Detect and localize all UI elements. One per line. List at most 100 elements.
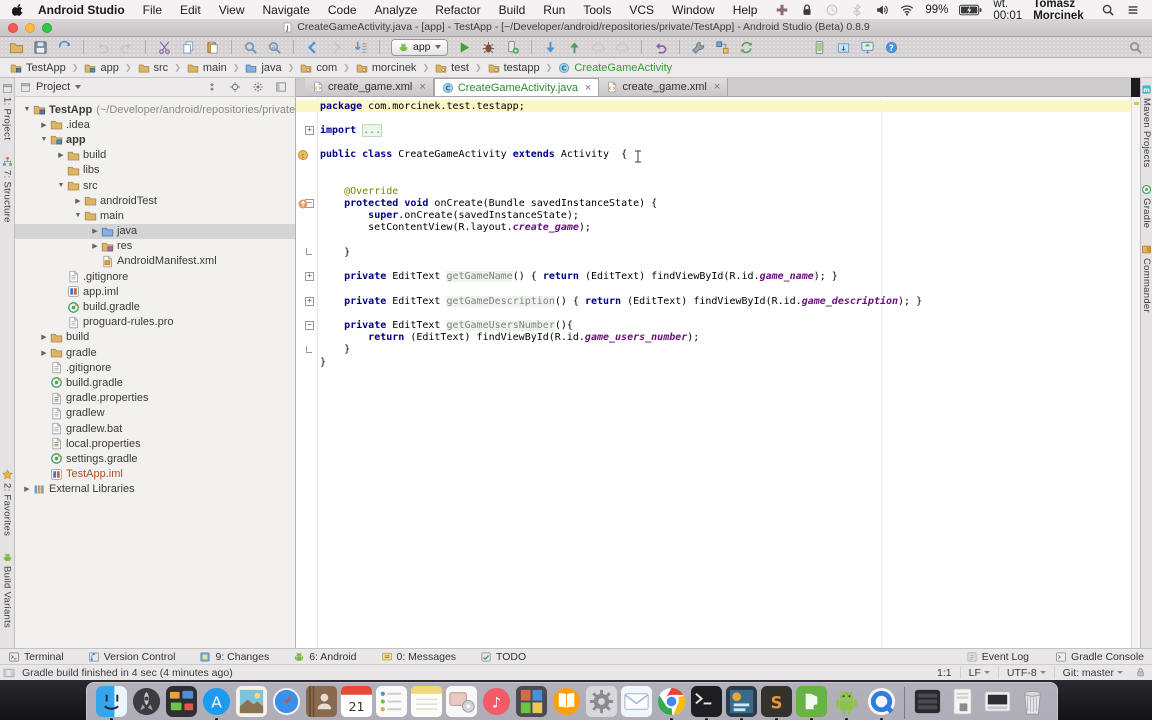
menu-app-name[interactable]: Android Studio — [38, 3, 125, 17]
save-button[interactable] — [33, 40, 48, 55]
tree-item-build[interactable]: ▶build — [15, 148, 295, 163]
menu-list-icon[interactable] — [1126, 3, 1140, 17]
breadcrumb-item-testapp[interactable]: TestApp — [8, 62, 68, 74]
menu-item-build[interactable]: Build — [499, 3, 526, 17]
gradle-sync-button[interactable] — [739, 40, 754, 55]
gear-icon[interactable] — [252, 81, 264, 93]
run-button[interactable] — [457, 40, 472, 55]
dock-item-itunes[interactable]: ♪ — [481, 686, 512, 717]
lock-icon[interactable] — [1135, 667, 1146, 678]
tree-item-gradle[interactable]: ▶gradle — [15, 345, 295, 360]
tool-button-build-variants[interactable]: Build Variants — [2, 552, 13, 628]
tree-expanded-arrow[interactable]: ▼ — [39, 136, 49, 143]
menu-wifi-icon[interactable] — [900, 3, 914, 17]
tool-button-maven-projects[interactable]: mMaven Projects — [1141, 84, 1152, 168]
paste-button[interactable] — [205, 40, 220, 55]
redo-button[interactable] — [119, 40, 134, 55]
cut-button[interactable] — [157, 40, 172, 55]
menu-item-code[interactable]: Code — [328, 3, 357, 17]
dock-item-notes[interactable] — [411, 686, 442, 717]
apple-icon[interactable] — [12, 3, 24, 17]
dock-item-system-preferences[interactable] — [586, 686, 617, 717]
tree-collapsed-arrow[interactable]: ▶ — [39, 333, 49, 341]
caret-position[interactable]: 1:1 — [929, 667, 960, 679]
tool-window-button-gradle-console[interactable]: Gradle Console — [1055, 651, 1144, 663]
copy-button[interactable] — [181, 40, 196, 55]
dock-item-safari[interactable] — [271, 686, 302, 717]
breadcrumb-item-morcinek[interactable]: morcinek — [354, 62, 419, 74]
back-button[interactable] — [305, 40, 320, 55]
tree-expanded-arrow[interactable]: ▼ — [73, 212, 83, 219]
tool-button-gradle[interactable]: Gradle — [1141, 184, 1152, 228]
breadcrumb-item-creategameactivity[interactable]: CCreateGameActivity — [556, 62, 674, 74]
dock-item-ibooks[interactable] — [551, 686, 582, 717]
tree-expanded-arrow[interactable]: ▼ — [56, 182, 66, 189]
menu-item-analyze[interactable]: Analyze — [375, 3, 418, 17]
locate-icon[interactable] — [229, 81, 241, 93]
tree-item-build-gradle[interactable]: build.gradle — [15, 299, 295, 314]
dock-item-calendar[interactable]: 21 — [341, 686, 372, 717]
rollback-button[interactable] — [653, 40, 668, 55]
run-configuration-selector[interactable]: app — [391, 39, 448, 56]
menu-search-icon[interactable] — [1101, 3, 1115, 17]
tree-item-gradlew-bat[interactable]: gradlew.bat — [15, 421, 295, 436]
tree-item-local-properties[interactable]: local.properties — [15, 436, 295, 451]
menu-item-tools[interactable]: Tools — [583, 3, 611, 17]
dock-item-photo-booth[interactable] — [516, 686, 547, 717]
dock-item-app-store[interactable]: A — [201, 686, 232, 717]
dock-item-documents-stack[interactable] — [947, 686, 978, 717]
toggle-tool-buttons-icon[interactable] — [3, 667, 15, 679]
vcs-branch-widget[interactable]: Git: master — [1054, 667, 1131, 679]
tree-collapsed-arrow[interactable]: ▶ — [73, 197, 83, 205]
tree-item-build[interactable]: ▶build — [15, 330, 295, 345]
help-button[interactable]: ? — [884, 40, 899, 55]
menu-item-refactor[interactable]: Refactor — [435, 3, 480, 17]
menu-lock-icon[interactable] — [800, 3, 814, 17]
tree-item-main[interactable]: ▼main — [15, 208, 295, 223]
sync-button[interactable] — [57, 40, 72, 55]
tree-item-gradle-properties[interactable]: gradle.properties — [15, 391, 295, 406]
wrench-button[interactable] — [691, 40, 706, 55]
tree-item-settings-gradle[interactable]: settings.gradle — [15, 451, 295, 466]
hide-icon[interactable] — [275, 81, 287, 93]
fold-expand-icon[interactable]: + — [305, 126, 314, 135]
open-folder-button[interactable] — [9, 40, 24, 55]
replace-button[interactable]: a — [267, 40, 282, 55]
sdk-button[interactable] — [836, 40, 851, 55]
tree-item--gitignore[interactable]: .gitignore — [15, 269, 295, 284]
override-method-icon[interactable] — [298, 199, 308, 209]
tree-item--idea[interactable]: ▶.idea — [15, 117, 295, 132]
find-button[interactable] — [243, 40, 258, 55]
menu-item-file[interactable]: File — [143, 3, 162, 17]
dock-item-downloads-stack[interactable] — [982, 686, 1013, 717]
tool-window-button-6-android[interactable]: 6: Android — [293, 651, 356, 663]
menu-plus-icon[interactable] — [775, 3, 789, 17]
close-tab-icon[interactable]: × — [714, 81, 720, 93]
encoding-selector[interactable]: UTF-8 — [998, 667, 1054, 679]
tree-item-libs[interactable]: libs — [15, 163, 295, 178]
tree-collapsed-arrow[interactable]: ▶ — [56, 151, 66, 159]
editor-tab-creategameactivity-java[interactable]: CCreateGameActivity.java× — [434, 78, 600, 96]
cloud2-button[interactable] — [615, 40, 630, 55]
breadcrumb-item-app[interactable]: app — [82, 62, 120, 74]
tool-window-button-todo[interactable]: TODO — [480, 651, 526, 663]
monitor-button[interactable] — [860, 40, 875, 55]
menu-item-help[interactable]: Help — [733, 3, 758, 17]
editor-tab-create-game-xml[interactable]: create_game.xml× — [599, 78, 728, 96]
close-tab-icon[interactable]: × — [585, 82, 591, 94]
dock-item-evernote[interactable] — [796, 686, 827, 717]
dock-item-photos[interactable] — [236, 686, 267, 717]
breadcrumb-item-main[interactable]: main — [185, 62, 229, 74]
undo-button[interactable] — [95, 40, 110, 55]
tool-window-button-9-changes[interactable]: 9: Changes — [199, 651, 269, 663]
tree-collapsed-arrow[interactable]: ▶ — [39, 349, 49, 357]
dock-item-reminders[interactable] — [376, 686, 407, 717]
tree-item-app-iml[interactable]: app.iml — [15, 284, 295, 299]
tree-item-external-libraries[interactable]: ▶External Libraries — [15, 482, 295, 497]
dock-item-sublime-text[interactable]: S — [761, 686, 792, 717]
tool-button-2-favorites[interactable]: 2: Favorites — [2, 469, 13, 536]
editor-scrollbar[interactable] — [1131, 97, 1140, 648]
structure-button[interactable] — [715, 40, 730, 55]
tree-item-res[interactable]: ▶res — [15, 239, 295, 254]
tree-item-androidmanifest-xml[interactable]: AndroidManifest.xml — [15, 254, 295, 269]
